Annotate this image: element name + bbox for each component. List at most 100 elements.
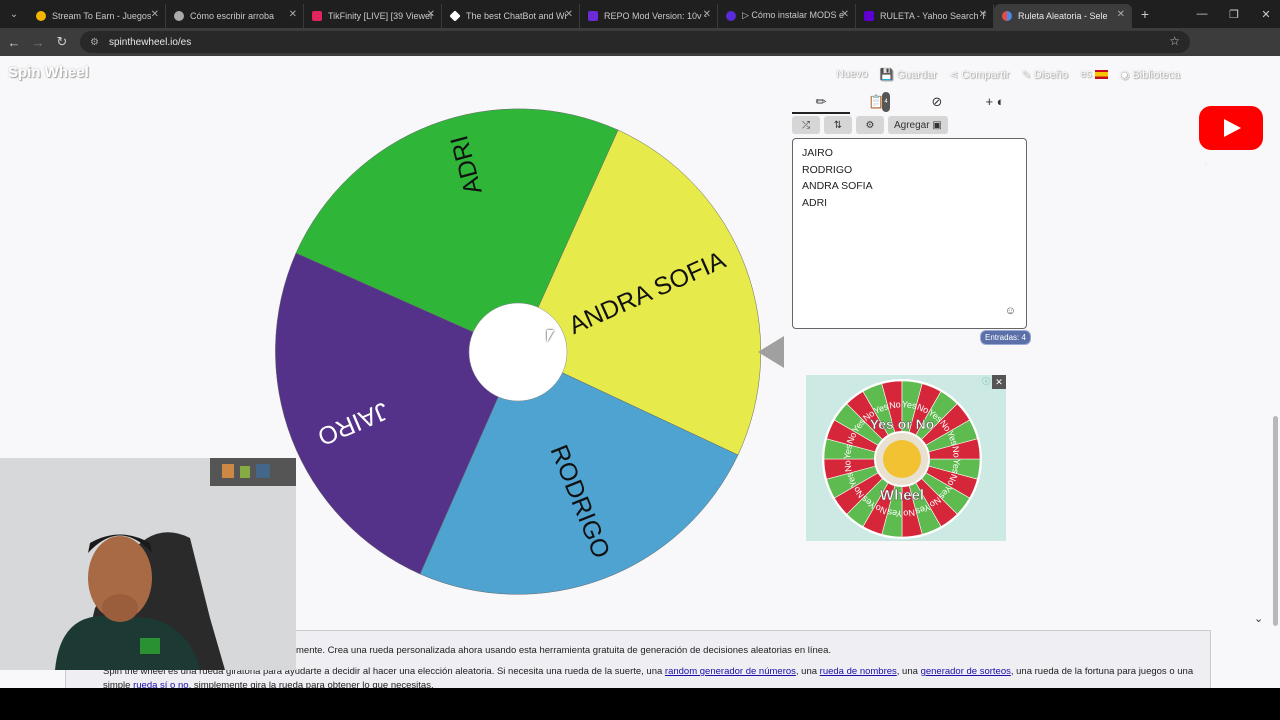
- restore-icon[interactable]: ❐: [1218, 0, 1250, 28]
- url-text: spinthewheel.io/es: [108, 36, 192, 48]
- editor-tabs: ✏ 📋4 ⊘ + ◐: [792, 92, 1026, 114]
- description-text: , simplemente gira la rueda para obtener…: [188, 680, 434, 688]
- nav-save-link[interactable]: 💾 Guardar: [880, 68, 937, 81]
- browser-tab[interactable]: Cómo escribir arroba ✕: [166, 3, 304, 28]
- ad-info-icon[interactable]: ⓘ: [982, 376, 990, 387]
- browser-tab-active[interactable]: Ruleta Aleatoria - Sele ✕: [994, 3, 1132, 28]
- browser-tab[interactable]: ▷ Cómo instalar MODS e ✕: [718, 3, 856, 28]
- reload-icon[interactable]: ↻: [50, 34, 74, 50]
- browser-tab[interactable]: TikFinity [LIVE] [39 Viewer ✕: [304, 3, 442, 28]
- tab-title: TikFinity [LIVE] [39 Viewer: [328, 10, 434, 21]
- tab-favicon-icon: [864, 10, 874, 21]
- nav-share-link[interactable]: ⋖ Compartir: [949, 68, 1010, 81]
- browser-tab[interactable]: The best ChatBot and Wi ✕: [442, 3, 580, 28]
- gear-icon: ⚙: [865, 119, 875, 131]
- scroll-down-chevron-icon[interactable]: ⌄: [1254, 612, 1263, 625]
- close-window-icon[interactable]: ✕: [1250, 0, 1280, 28]
- tab-add-wheel[interactable]: + ◐: [966, 92, 1024, 114]
- nav-new-link[interactable]: Nuevo: [836, 68, 868, 81]
- new-tab-button[interactable]: +: [1132, 6, 1158, 22]
- ad-wheel-word: No: [842, 460, 853, 473]
- entries-textarea[interactable]: JAIRO RODRIGO ANDRA SOFIA ADRI ☺: [792, 138, 1027, 329]
- close-tab-icon[interactable]: ✕: [979, 9, 987, 20]
- spain-flag-icon: [1094, 69, 1108, 79]
- tab-title: ▷ Cómo instalar MODS e: [742, 10, 844, 20]
- close-tab-icon[interactable]: ✕: [1117, 9, 1125, 20]
- ad-title-text: Yes or No: [870, 416, 935, 432]
- ad-subtitle-text: Wheel: [880, 487, 924, 504]
- tab-title: Cómo escribir arroba: [190, 10, 275, 21]
- nav-design-label: Diseño: [1033, 69, 1069, 81]
- yes-no-wheel-link[interactable]: rueda sí o no: [133, 680, 188, 688]
- tab-favicon-icon: [449, 9, 461, 22]
- wheel-center-button[interactable]: [468, 302, 568, 402]
- nav-library-label: Biblioteca: [1132, 69, 1181, 81]
- browser-tab[interactable]: Stream To Earn - Juegos ✕: [28, 3, 166, 28]
- entries-count-badge: Entradas: 4: [980, 330, 1031, 345]
- tab-favicon-icon: [312, 10, 322, 21]
- close-tab-icon[interactable]: ✕: [703, 9, 711, 20]
- tab-edit-entries[interactable]: ✏: [792, 92, 850, 114]
- tab-favicon-icon: [1002, 10, 1012, 21]
- language-selector[interactable]: es: [1080, 68, 1108, 81]
- forward-icon[interactable]: →: [26, 35, 50, 50]
- tab-search-button[interactable]: ⌄: [0, 0, 28, 28]
- youtube-icon[interactable]: [1199, 106, 1263, 150]
- add-image-button[interactable]: Agregar ▣: [888, 116, 948, 134]
- entry-line: RODRIGO: [802, 163, 853, 176]
- shuffle-icon: ⤮: [802, 119, 810, 131]
- top-navigation: Nuevo 💾 Guardar ⋖ Compartir ✎ Diseño es …: [836, 68, 1180, 81]
- tab-results[interactable]: 📋4: [850, 92, 908, 114]
- spin-wheel[interactable]: ANDRA SOFIA RODRIGO JAIRO ADRI: [272, 106, 764, 598]
- nav-save-label: Guardar: [896, 69, 937, 81]
- mouse-cursor-icon: [547, 330, 554, 342]
- close-tab-icon[interactable]: ✕: [841, 9, 849, 20]
- entry-line: JAIRO: [802, 147, 833, 159]
- sort-button[interactable]: ⇅: [824, 116, 852, 134]
- entry-line: ANDRA SOFIA: [802, 180, 873, 193]
- tab-title: REPO Mod Version: 10v -: [604, 10, 708, 21]
- language-label: es: [1080, 68, 1092, 80]
- emoji-picker-icon[interactable]: ☺: [1005, 303, 1016, 320]
- tab-favicon-icon: [588, 10, 598, 21]
- bookmark-star-icon[interactable]: ☆: [1169, 34, 1180, 48]
- random-number-generator-link[interactable]: random generador de números: [665, 666, 796, 677]
- back-icon[interactable]: ←: [2, 35, 26, 50]
- name-wheel-link[interactable]: rueda de nombres: [820, 666, 897, 677]
- site-logo[interactable]: Spin Wheel: [8, 64, 89, 81]
- shuffle-button[interactable]: ⤮: [792, 116, 820, 134]
- raffle-generator-link[interactable]: generador de sorteos: [921, 666, 1011, 677]
- webcam-overlay: [0, 458, 296, 670]
- close-tab-icon[interactable]: ✕: [427, 9, 435, 20]
- entry-line: ADRI: [802, 197, 828, 210]
- ad-wheel-word: No: [950, 446, 961, 459]
- browser-tab-bar: ⌄ Stream To Earn - Juegos ✕ Cómo escribir…: [0, 0, 1280, 28]
- image-icon: ▣: [932, 119, 942, 131]
- ad-close-button[interactable]: ✕: [992, 375, 1006, 389]
- sort-icon: ⇅: [833, 119, 843, 131]
- wheel-pointer-icon: [758, 336, 784, 368]
- site-info-icon[interactable]: ⚙: [90, 37, 99, 48]
- browser-tab[interactable]: REPO Mod Version: 10v - ✕: [580, 3, 718, 28]
- results-count-badge: 4: [882, 92, 890, 112]
- nav-library-link[interactable]: ◉ Biblioteca: [1120, 68, 1180, 81]
- settings-button[interactable]: ⚙: [856, 116, 884, 134]
- tab-title: Ruleta Aleatoria - Sele: [1018, 10, 1108, 21]
- nav-design-link[interactable]: ✎ Diseño: [1022, 68, 1069, 81]
- page-scrollbar[interactable]: [1273, 416, 1278, 626]
- tab-hidden[interactable]: ⊘: [908, 92, 966, 114]
- description-text: , una rueda de la fortuna para juegos o …: [1010, 666, 1194, 677]
- close-tab-icon[interactable]: ✕: [151, 9, 159, 20]
- close-tab-icon[interactable]: ✕: [289, 9, 297, 20]
- advertisement-yes-no-wheel[interactable]: Yes No Yes No Yes No Yes No Yes No Yes No Yes No Yes No…: [806, 375, 1006, 541]
- close-tab-icon[interactable]: ✕: [565, 9, 573, 20]
- url-bar[interactable]: ⚙ spinthewheel.io/es ☆: [80, 31, 1190, 53]
- browser-tab[interactable]: RULETA - Yahoo Search T ✕: [856, 3, 994, 28]
- minimize-icon[interactable]: —: [1186, 0, 1218, 28]
- description-text: , una: [795, 666, 820, 677]
- description-text: simple: [103, 680, 134, 688]
- add-image-label: Agregar: [894, 119, 930, 131]
- tab-favicon-icon: [726, 10, 736, 21]
- youtube-watermark: ·: [1204, 158, 1207, 168]
- webcam-person-image: [0, 458, 296, 670]
